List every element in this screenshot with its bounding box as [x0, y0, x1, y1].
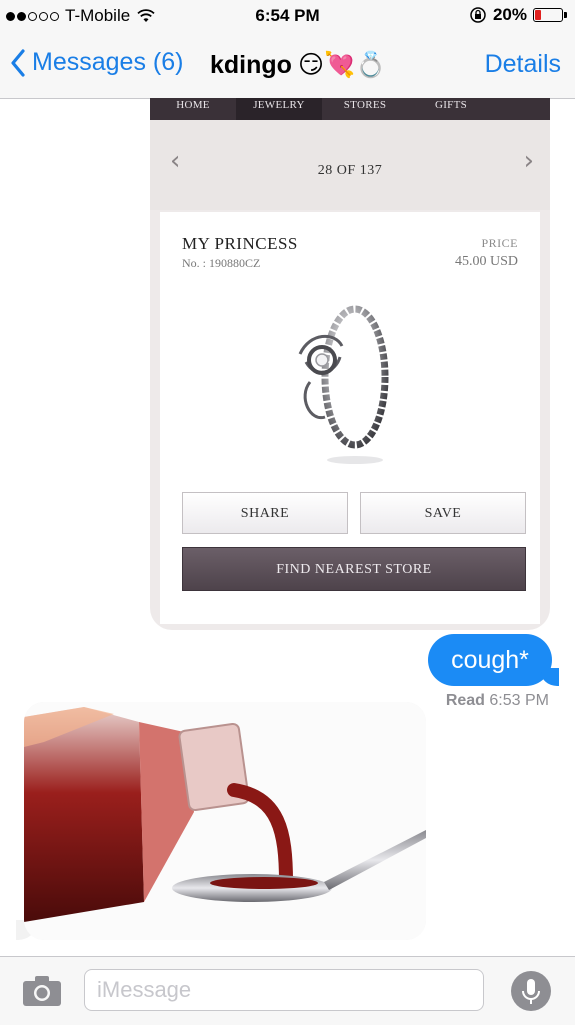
status-bar: T-Mobile 6:54 PM 20% — [0, 0, 575, 32]
shop-tab-gifts: GIFTS — [434, 99, 468, 111]
battery-icon — [533, 8, 567, 22]
read-receipt: Read 6:53 PM — [446, 692, 549, 710]
contact-name: kdingo — [210, 50, 292, 79]
shop-tab-stores: STORES — [343, 99, 387, 111]
navigation-bar: Messages (6) kdingo 😏💘💍 Details — [0, 32, 575, 99]
conversation-title: kdingo 😏💘💍 — [210, 50, 386, 80]
product-price: 45.00 USD — [454, 254, 518, 269]
shop-tab-home: HOME — [176, 99, 210, 111]
back-button[interactable]: Messages (6) — [10, 48, 183, 77]
shop-tab-bar: HOME JEWELRY STORES GIFTS — [150, 98, 550, 120]
product-name: MY PRINCESS — [182, 234, 298, 253]
shop-tab-jewelry: JEWELRY — [236, 98, 322, 120]
outgoing-image-bubble[interactable]: HOME JEWELRY STORES GIFTS ‹ 28 OF 137 › … — [150, 98, 550, 630]
rotation-lock-icon — [470, 7, 486, 23]
product-number: No. : 190880CZ — [182, 256, 261, 270]
find-nearest-store-button: FIND NEAREST STORE — [182, 547, 526, 591]
incoming-image-bubble[interactable] — [24, 702, 426, 940]
contact-emoji: 😏💘💍 — [297, 51, 387, 79]
details-button[interactable]: Details — [485, 50, 561, 79]
pager-count: 28 OF 137 — [317, 163, 383, 178]
product-card: MY PRINCESS No. : 190880CZ PRICE 45.00 U… — [160, 212, 540, 624]
chevron-left-icon — [11, 48, 25, 77]
status-right: 20% — [469, 5, 567, 25]
battery-percent: 20% — [492, 5, 527, 24]
product-pager: ‹ 28 OF 137 › — [150, 120, 550, 210]
camera-icon[interactable] — [22, 975, 62, 1007]
outgoing-message-bubble[interactable]: cough* — [428, 634, 559, 686]
imessage-input[interactable]: iMessage — [84, 969, 484, 1011]
cough-syrup-image — [24, 702, 426, 940]
microphone-button[interactable] — [511, 971, 551, 1011]
read-receipt-time: 6:53 PM — [489, 692, 549, 709]
pager-next-icon: › — [523, 146, 534, 176]
microphone-icon — [522, 979, 540, 1004]
save-button: SAVE — [360, 492, 526, 534]
price-label: PRICE — [481, 236, 518, 250]
share-button: SHARE — [182, 492, 348, 534]
message-input-bar: iMessage — [0, 956, 575, 1025]
back-button-label: Messages (6) — [32, 48, 184, 76]
ring-image — [298, 305, 389, 464]
read-receipt-label: Read — [445, 692, 485, 709]
